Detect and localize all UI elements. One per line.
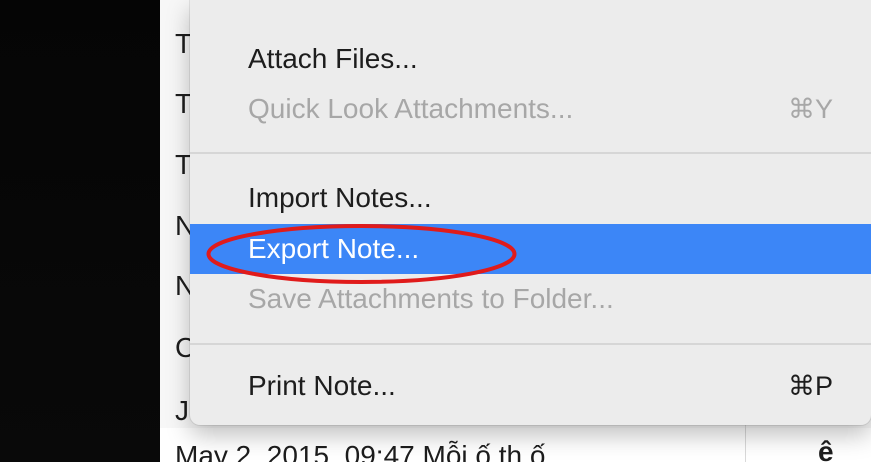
menu-item-label: Attach Files... — [248, 43, 418, 74]
menu-item-print-note[interactable]: Print Note... ⌘P — [190, 361, 871, 411]
sidebar-dark-area — [0, 0, 160, 462]
menu-item-quick-look-attachments[interactable]: Quick Look Attachments... ⌘Y — [190, 84, 871, 134]
menu-item-save-attachments-to-folder[interactable]: Save Attachments to Folder... — [190, 274, 871, 324]
note-title-fragment: ê — [818, 436, 834, 462]
screenshot-frame: T T T N N C J May 2, 2015, 09:47 Mỗi ố t… — [0, 0, 871, 462]
menu-item-label: Print Note... — [248, 370, 396, 401]
menu-item-label: Import Notes... — [248, 182, 432, 213]
list-item[interactable]: J — [175, 395, 189, 427]
bottom-row-text: May 2, 2015, 09:47 Mỗi ố th ố — [175, 440, 546, 462]
menu-separator — [190, 343, 871, 345]
menu-item-attach-files[interactable]: Attach Files... — [190, 34, 871, 84]
menu-item-export-note[interactable]: Export Note... — [190, 224, 871, 274]
menu-item-label: Export Note... — [248, 233, 420, 264]
menu-item-shortcut: ⌘Y — [787, 93, 833, 124]
menu-item-label: Quick Look Attachments... — [248, 93, 574, 124]
file-menu-dropdown: Attach Files... Quick Look Attachments..… — [190, 0, 871, 425]
menu-item-label: Save Attachments to Folder... — [248, 283, 614, 314]
menu-separator — [190, 152, 871, 154]
pane-divider — [745, 420, 746, 462]
menu-item-shortcut: ⌘P — [787, 370, 833, 401]
menu-item-import-notes[interactable]: Import Notes... — [190, 173, 871, 223]
